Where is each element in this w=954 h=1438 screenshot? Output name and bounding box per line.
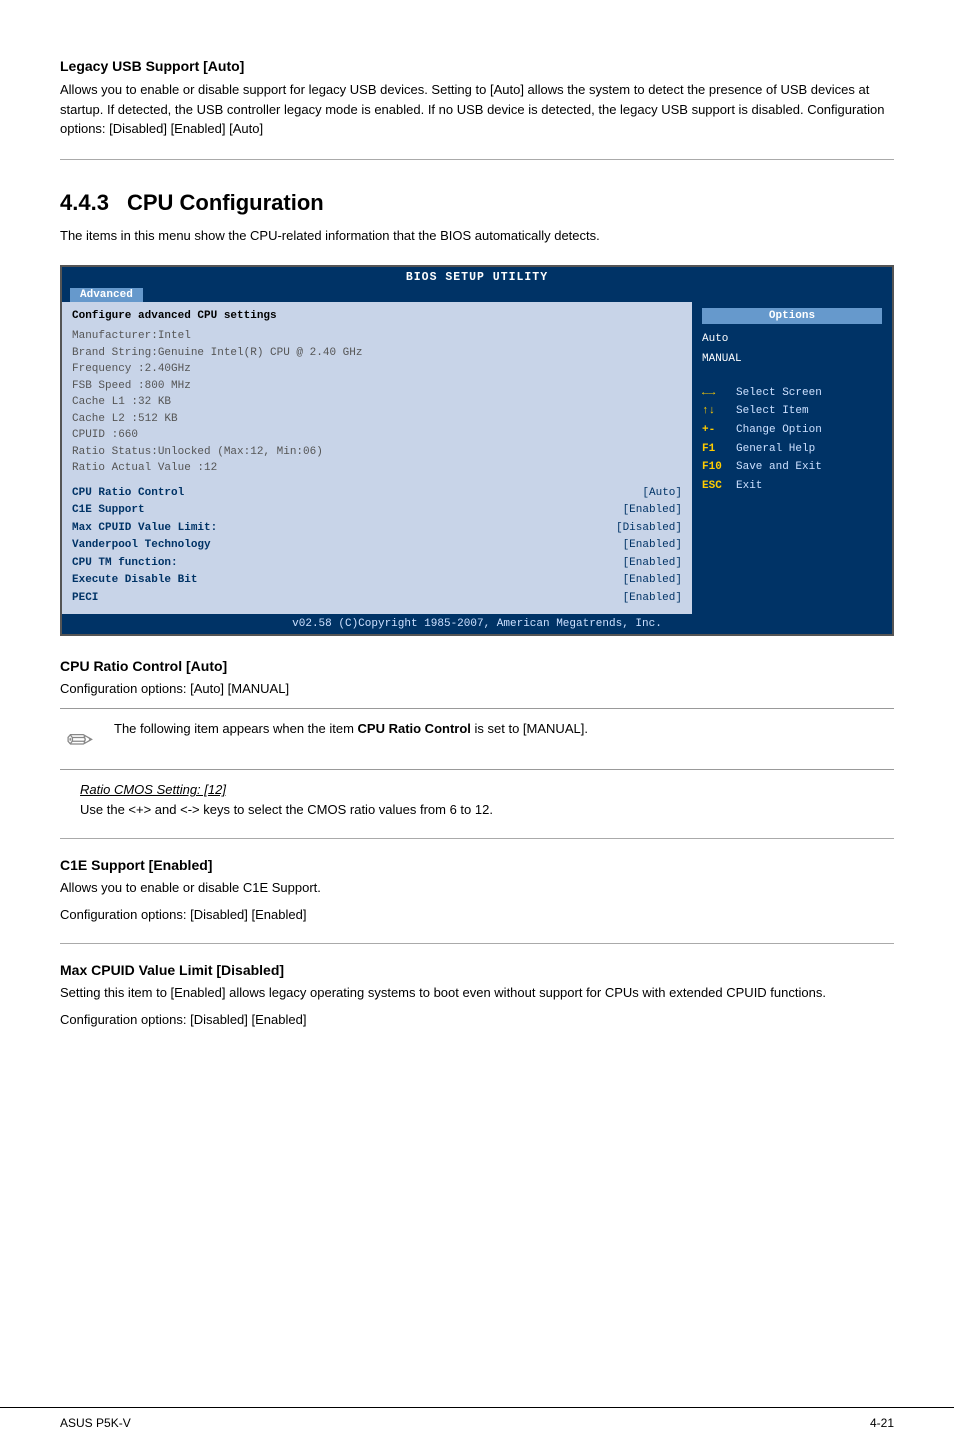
bios-nav-desc: Change Option bbox=[736, 421, 822, 440]
note-text: The following item appears when the item… bbox=[114, 719, 588, 739]
bios-item-name: CPU TM function: bbox=[72, 555, 178, 573]
bios-left-header: Configure advanced CPU settings bbox=[72, 308, 682, 324]
bios-info-line: Manufacturer:Intel bbox=[72, 328, 682, 345]
bios-right-panel: Options AutoMANUAL ←→ Select Screen ↑↓ S… bbox=[692, 302, 892, 614]
bios-item-value: [Disabled] bbox=[616, 520, 682, 538]
bios-item-row: Max CPUID Value Limit: [Disabled] bbox=[72, 520, 682, 538]
c1e-text2: Configuration options: [Disabled] [Enabl… bbox=[60, 905, 894, 925]
bios-nav-desc: Exit bbox=[736, 477, 762, 496]
bios-options-list: AutoMANUAL bbox=[702, 330, 882, 370]
bios-info-line: Cache L1 :32 KB bbox=[72, 394, 682, 411]
cpu-ratio-text: Configuration options: [Auto] [MANUAL] bbox=[60, 679, 894, 699]
bios-nav-row: ↑↓ Select Item bbox=[702, 402, 882, 421]
brand-label: ASUS P5K-V bbox=[60, 1416, 131, 1430]
bios-item-name: Max CPUID Value Limit: bbox=[72, 520, 217, 538]
max-cpuid-section: Max CPUID Value Limit [Disabled] Setting… bbox=[60, 962, 894, 1030]
bios-item-name: Execute Disable Bit bbox=[72, 572, 197, 590]
c1e-section: C1E Support [Enabled] Allows you to enab… bbox=[60, 857, 894, 925]
bios-nav-key: ESC bbox=[702, 477, 730, 496]
bios-nav-row: F10 Save and Exit bbox=[702, 458, 882, 477]
bios-left-panel: Configure advanced CPU settings Manufact… bbox=[62, 302, 692, 614]
note-icon: ✏ bbox=[60, 721, 100, 759]
bios-title-bar: BIOS SETUP UTILITY bbox=[62, 267, 892, 286]
bios-tab-bar: Advanced bbox=[62, 286, 892, 302]
bios-item-name: Vanderpool Technology bbox=[72, 537, 211, 555]
bios-nav-desc: Save and Exit bbox=[736, 458, 822, 477]
bios-nav-key: ←→ bbox=[702, 384, 730, 403]
bios-screenshot: BIOS SETUP UTILITY Advanced Configure ad… bbox=[60, 265, 894, 636]
bios-nav-desc: Select Screen bbox=[736, 384, 822, 403]
bios-footer: v02.58 (C)Copyright 1985-2007, American … bbox=[62, 614, 892, 634]
bios-item-row: Execute Disable Bit [Enabled] bbox=[72, 572, 682, 590]
bios-item-value: [Enabled] bbox=[623, 590, 682, 608]
page-number: 4-21 bbox=[870, 1416, 894, 1430]
chapter-heading: 4.4.3 CPU Configuration bbox=[60, 190, 894, 216]
bios-info-line: Ratio Status:Unlocked (Max:12, Min:06) bbox=[72, 444, 682, 461]
c1e-title: C1E Support [Enabled] bbox=[60, 857, 894, 873]
chapter-intro: The items in this menu show the CPU-rela… bbox=[60, 226, 894, 246]
bios-option: Auto bbox=[702, 330, 882, 350]
bios-info-line: Ratio Actual Value :12 bbox=[72, 460, 682, 477]
c1e-text1: Allows you to enable or disable C1E Supp… bbox=[60, 878, 894, 898]
section-divider-3 bbox=[60, 943, 894, 944]
bios-item-value: [Enabled] bbox=[623, 555, 682, 573]
bios-item-value: [Enabled] bbox=[623, 502, 682, 520]
bios-nav-desc: Select Item bbox=[736, 402, 809, 421]
bios-item-value: [Enabled] bbox=[623, 572, 682, 590]
bios-nav-key: +- bbox=[702, 421, 730, 440]
bios-options-header: Options bbox=[702, 308, 882, 324]
bios-item-row: PECI [Enabled] bbox=[72, 590, 682, 608]
bios-item-row: CPU TM function: [Enabled] bbox=[72, 555, 682, 573]
bios-nav-row: ESC Exit bbox=[702, 477, 882, 496]
max-cpuid-text2: Configuration options: [Disabled] [Enabl… bbox=[60, 1010, 894, 1030]
bios-item-row: CPU Ratio Control [Auto] bbox=[72, 485, 682, 503]
bios-option: MANUAL bbox=[702, 350, 882, 370]
bios-info-line: Frequency :2.40GHz bbox=[72, 361, 682, 378]
note-box: ✏ The following item appears when the it… bbox=[60, 708, 894, 770]
cpu-ratio-section: CPU Ratio Control [Auto] Configuration o… bbox=[60, 658, 894, 820]
bios-info-line: Cache L2 :512 KB bbox=[72, 411, 682, 428]
bios-item-value: [Auto] bbox=[642, 485, 682, 503]
bios-nav-key: F10 bbox=[702, 458, 730, 477]
bios-tab-advanced[interactable]: Advanced bbox=[70, 288, 143, 302]
bios-info-line: FSB Speed :800 MHz bbox=[72, 378, 682, 395]
cpu-ratio-title: CPU Ratio Control [Auto] bbox=[60, 658, 894, 674]
bios-nav-row: ←→ Select Screen bbox=[702, 384, 882, 403]
bios-info-line: CPUID :660 bbox=[72, 427, 682, 444]
bios-item-row: Vanderpool Technology [Enabled] bbox=[72, 537, 682, 555]
bios-nav-block: ←→ Select Screen ↑↓ Select Item +- Chang… bbox=[702, 384, 882, 496]
max-cpuid-text1: Setting this item to [Enabled] allows le… bbox=[60, 983, 894, 1003]
section-divider bbox=[60, 159, 894, 160]
bios-nav-desc: General Help bbox=[736, 440, 815, 459]
bios-main-area: Configure advanced CPU settings Manufact… bbox=[62, 302, 892, 614]
bios-item-name: C1E Support bbox=[72, 502, 145, 520]
legacy-usb-text: Allows you to enable or disable support … bbox=[60, 80, 894, 139]
section-divider-2 bbox=[60, 838, 894, 839]
legacy-usb-title: Legacy USB Support [Auto] bbox=[60, 58, 894, 74]
bios-nav-key: ↑↓ bbox=[702, 402, 730, 421]
bios-item-name: PECI bbox=[72, 590, 98, 608]
bios-item-name: CPU Ratio Control bbox=[72, 485, 184, 503]
bios-item-row: C1E Support [Enabled] bbox=[72, 502, 682, 520]
max-cpuid-title: Max CPUID Value Limit [Disabled] bbox=[60, 962, 894, 978]
bios-nav-row: F1 General Help bbox=[702, 440, 882, 459]
chapter-number: 4.4.3 bbox=[60, 190, 109, 216]
bios-items-block: CPU Ratio Control [Auto] C1E Support [En… bbox=[72, 485, 682, 608]
ratio-cmos-desc: Use the <+> and <-> keys to select the C… bbox=[80, 800, 894, 820]
bios-info-block: Manufacturer:IntelBrand String:Genuine I… bbox=[72, 328, 682, 477]
page-footer: ASUS P5K-V 4-21 bbox=[0, 1407, 954, 1438]
bios-nav-key: F1 bbox=[702, 440, 730, 459]
bios-info-line: Brand String:Genuine Intel(R) CPU @ 2.40… bbox=[72, 345, 682, 362]
chapter-title: CPU Configuration bbox=[127, 190, 324, 216]
bios-nav-row: +- Change Option bbox=[702, 421, 882, 440]
bios-item-value: [Enabled] bbox=[623, 537, 682, 555]
ratio-cmos-link: Ratio CMOS Setting: [12] bbox=[80, 782, 894, 797]
